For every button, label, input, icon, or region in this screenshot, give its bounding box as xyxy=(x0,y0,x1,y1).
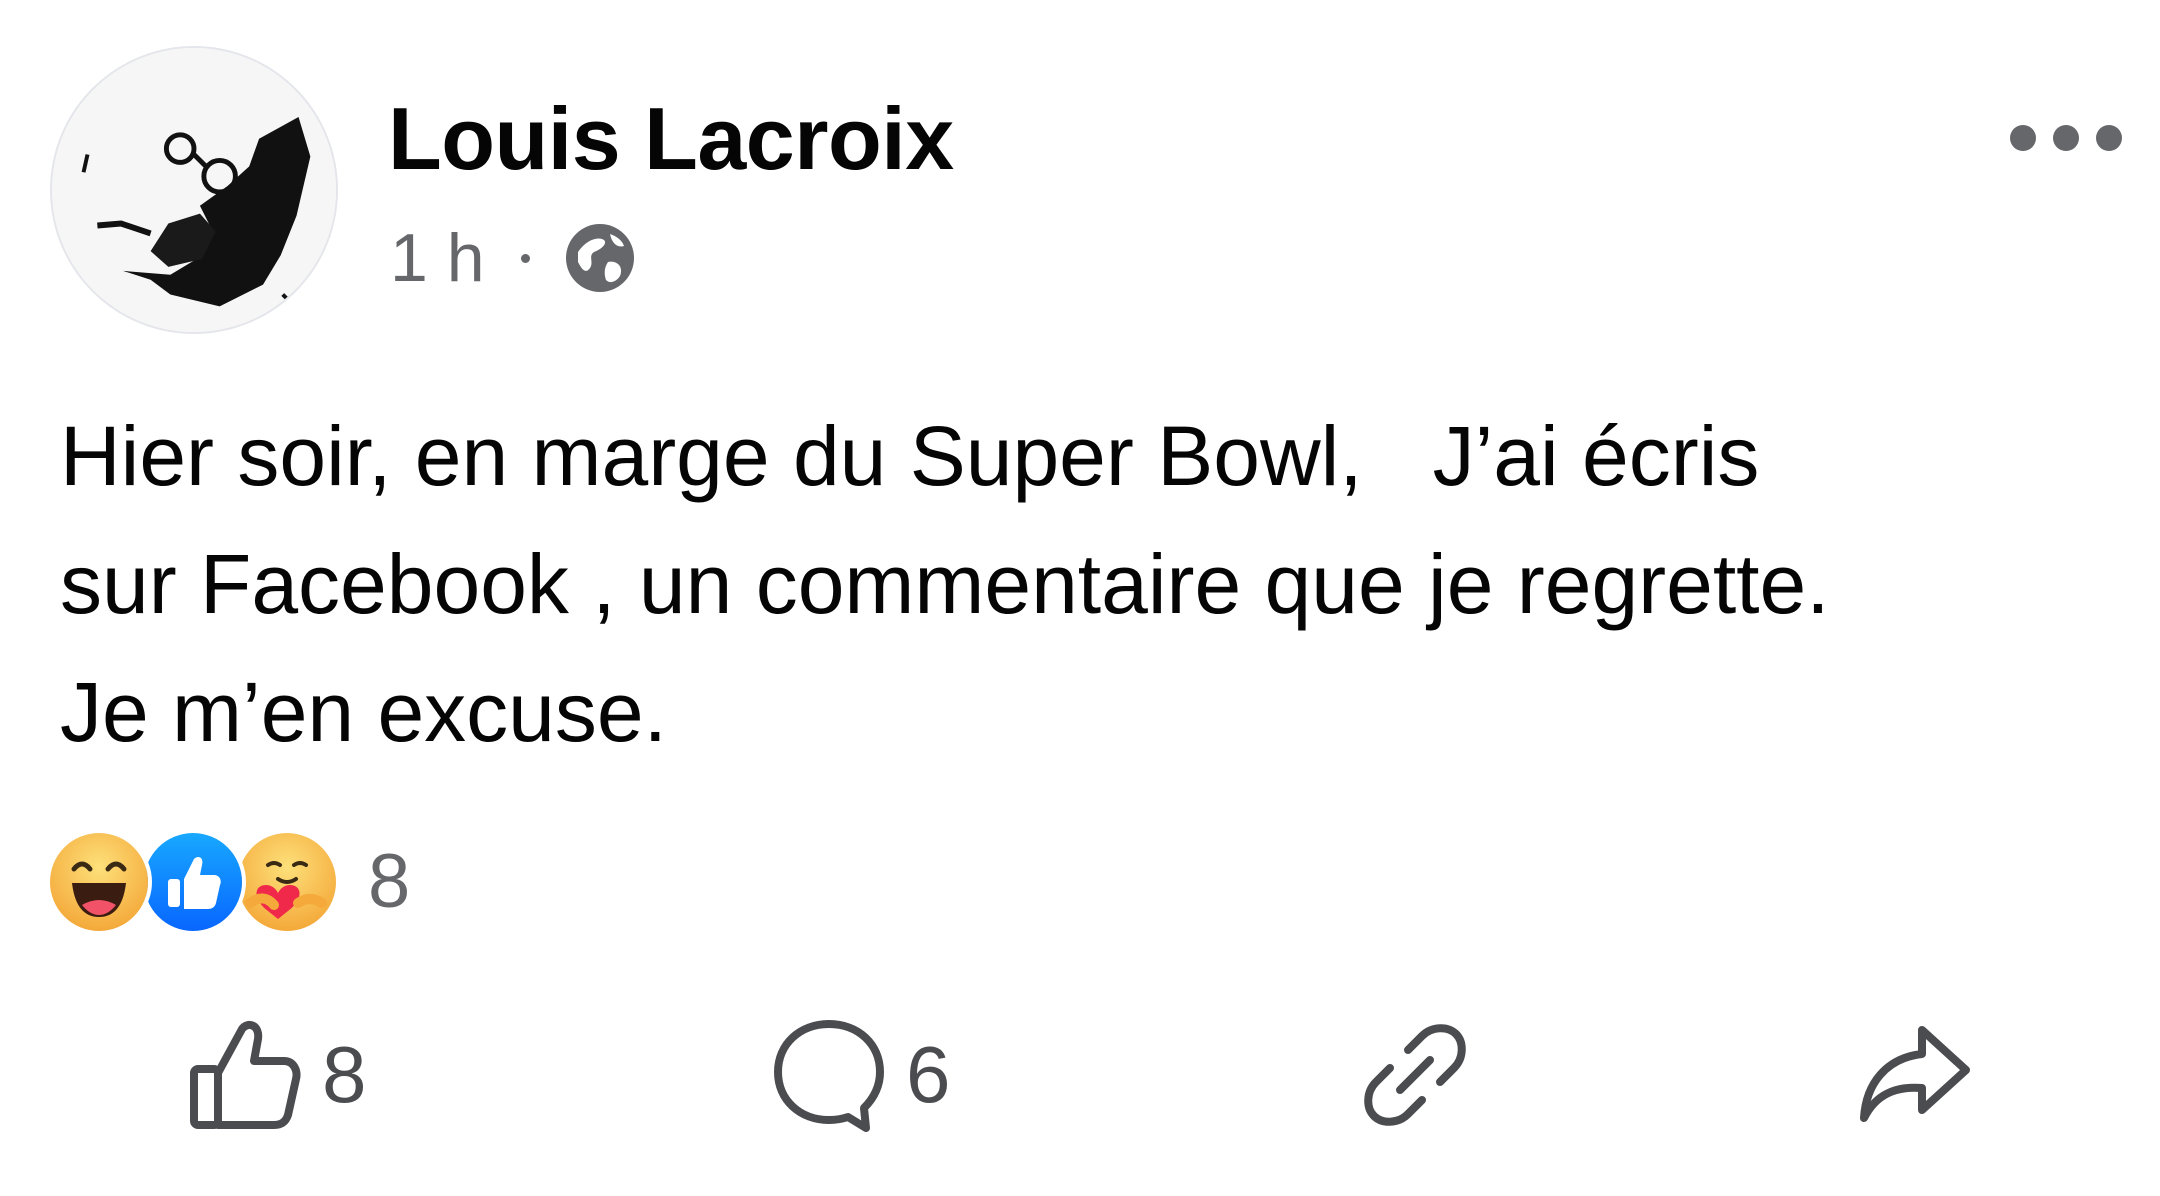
comment-count: 6 xyxy=(906,1030,951,1119)
thumbs-up-icon xyxy=(190,1020,301,1129)
share-button[interactable] xyxy=(1856,1010,1974,1140)
facebook-post: Louis Lacroix 1 h Hier soir, en marge du… xyxy=(0,0,2160,1196)
action-bar: 8 6 xyxy=(0,1010,2160,1140)
more-dot xyxy=(2096,125,2122,151)
post-text: Hier soir, en marge du Super Bowl, J’ai … xyxy=(60,409,1830,759)
like-count: 8 xyxy=(322,1030,367,1119)
link-icon xyxy=(1364,1024,1466,1126)
separator-dot xyxy=(520,253,530,263)
author-avatar[interactable] xyxy=(50,46,338,334)
haha-reaction-icon xyxy=(46,829,152,935)
care-reaction-icon xyxy=(234,829,340,935)
globe-icon[interactable] xyxy=(564,222,636,294)
comment-button[interactable]: 6 xyxy=(770,1010,951,1140)
post-meta: 1 h xyxy=(390,220,636,296)
copy-link-button[interactable] xyxy=(1360,1010,1470,1140)
author-name[interactable]: Louis Lacroix xyxy=(388,95,954,183)
more-dot xyxy=(2010,125,2036,151)
like-button[interactable]: 8 xyxy=(188,1010,367,1140)
more-dot xyxy=(2053,125,2079,151)
comment-icon xyxy=(774,1020,884,1132)
reaction-count[interactable]: 8 xyxy=(368,844,410,920)
reactions-summary[interactable]: 8 xyxy=(46,829,410,935)
post-timestamp[interactable]: 1 h xyxy=(390,224,485,292)
share-icon xyxy=(1860,1026,1970,1122)
like-reaction-icon xyxy=(140,829,246,935)
more-options-icon[interactable] xyxy=(2010,118,2122,158)
